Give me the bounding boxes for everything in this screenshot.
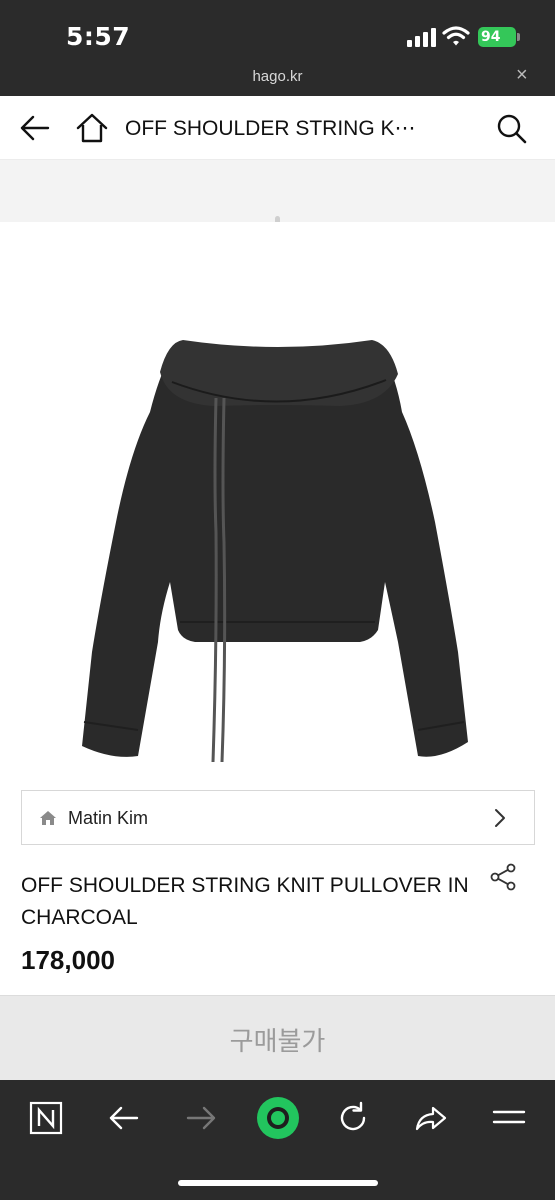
page-title: OFF SHOULDER STRING K⋯ [125, 117, 416, 140]
purchase-button-label: 구매불가 [229, 1027, 326, 1057]
purchase-button[interactable]: 구매불가 [0, 995, 555, 1080]
home-indicator[interactable] [178, 1180, 378, 1186]
menu-icon[interactable] [489, 1098, 529, 1138]
arrow-left-icon[interactable] [18, 114, 50, 142]
product-image[interactable] [0, 222, 555, 782]
browser-url-bar[interactable]: hago.kr × [0, 62, 555, 96]
page-header: OFF SHOULDER STRING K⋯ [0, 96, 555, 160]
share-nodes-icon[interactable] [489, 863, 517, 891]
share-arrow-icon[interactable] [411, 1098, 451, 1138]
search-icon[interactable] [496, 113, 528, 145]
status-time: 5:57 [66, 22, 131, 51]
brand-name: Matin Kim [68, 808, 149, 828]
product-title: OFF SHOULDER STRING KNIT PULLOVER IN CHA… [21, 874, 469, 929]
naver-home-icon[interactable] [26, 1098, 66, 1138]
close-icon[interactable]: × [516, 64, 528, 87]
shop-home-icon [40, 811, 56, 825]
browser-back-icon[interactable] [104, 1098, 144, 1138]
cellular-signal-icon [407, 28, 436, 47]
product-price: 178,000 [21, 945, 115, 975]
sweater-illustration [82, 340, 468, 763]
status-bar: 5:57 94 hago.kr × [0, 0, 555, 96]
brand-link[interactable]: Matin Kim [21, 790, 535, 845]
battery-indicator: 94 [478, 27, 516, 47]
battery-tip [517, 33, 520, 41]
house-icon[interactable] [76, 112, 108, 144]
image-top-band [0, 160, 555, 222]
reload-icon[interactable] [333, 1098, 373, 1138]
green-dot-icon[interactable] [254, 1094, 302, 1142]
wifi-icon [442, 26, 470, 46]
chevron-right-icon [495, 809, 505, 827]
battery-level: 94 [481, 29, 501, 45]
browser-forward-icon[interactable] [181, 1098, 221, 1138]
url-text: hago.kr [252, 68, 303, 85]
